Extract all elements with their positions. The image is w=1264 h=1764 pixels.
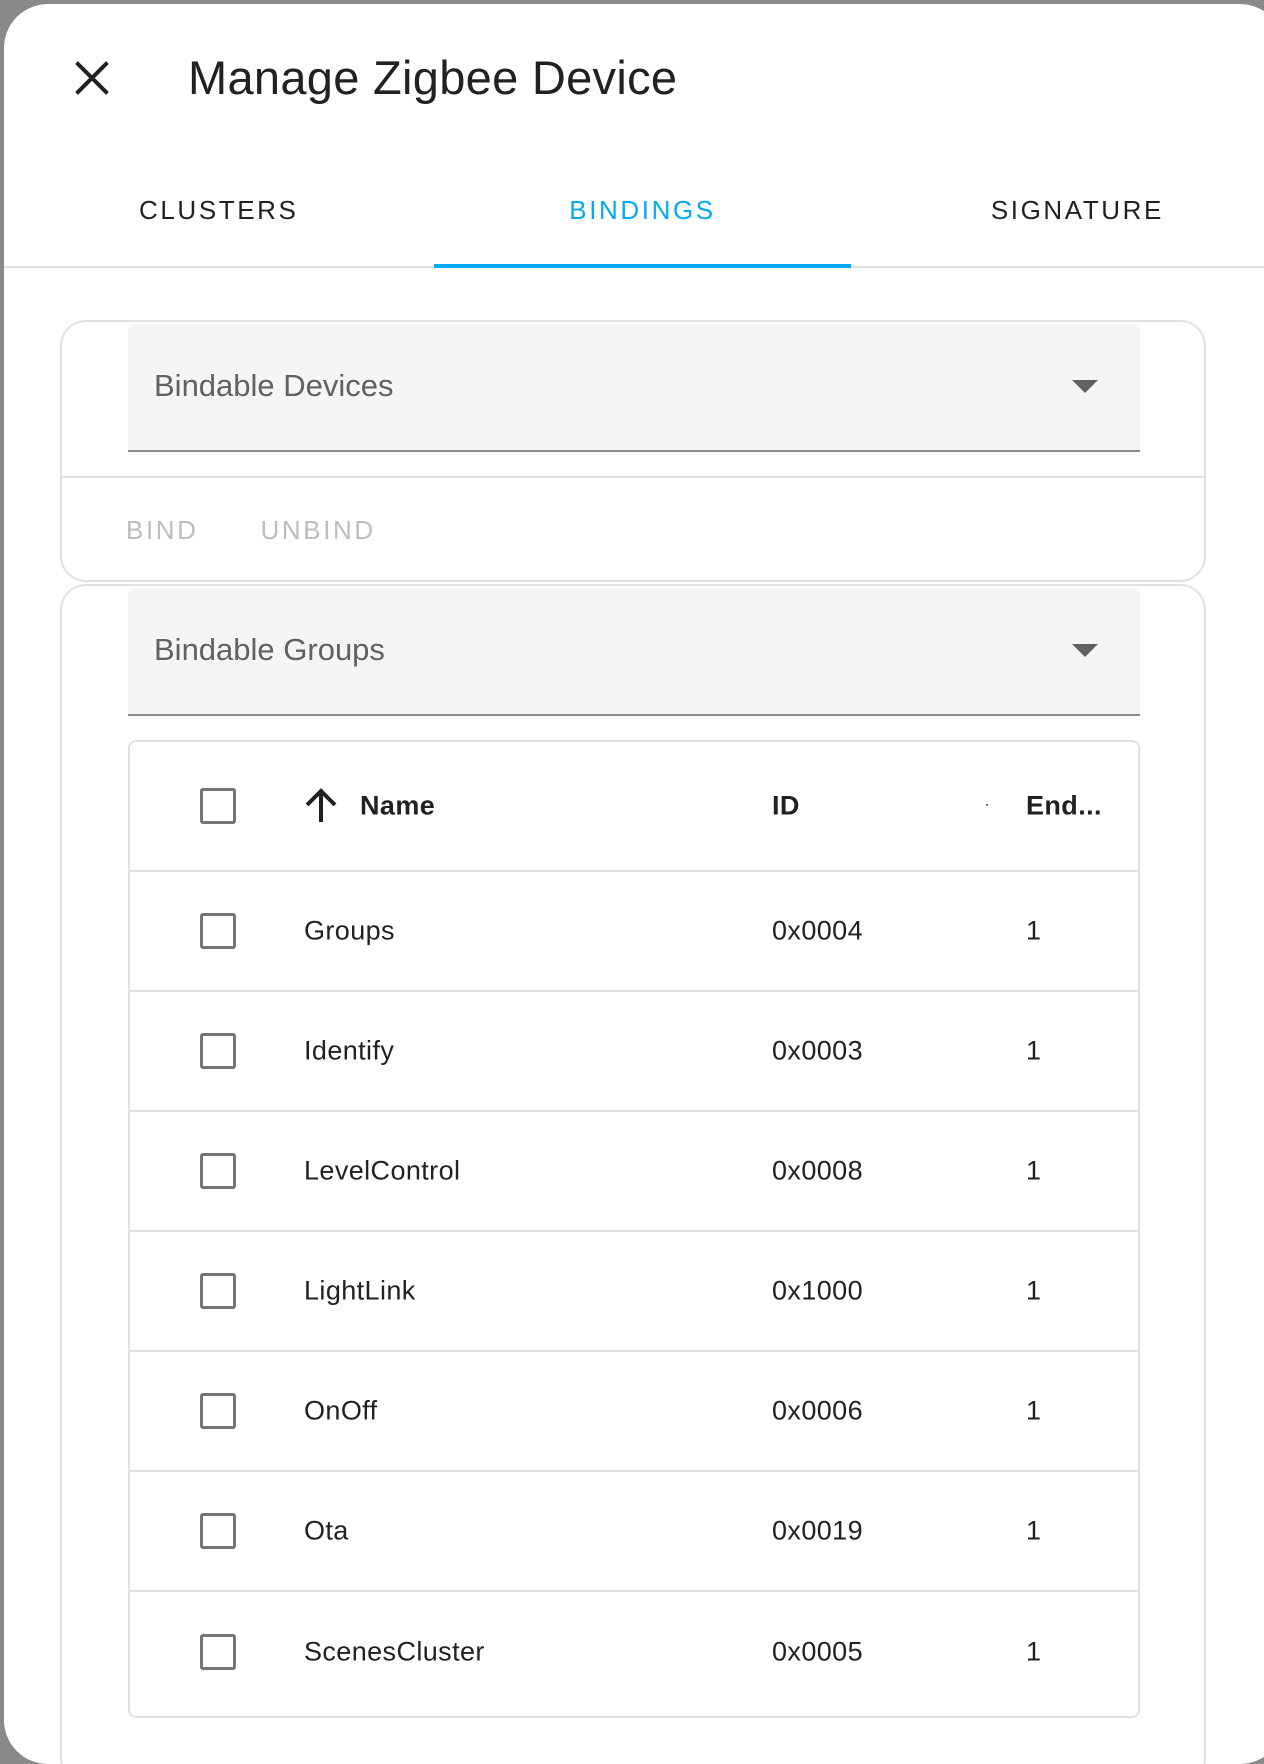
table-row[interactable]: LevelControl 0x0008 1 bbox=[130, 1112, 1138, 1232]
table-row[interactable]: OnOff 0x0006 1 bbox=[130, 1352, 1138, 1472]
dialog-header: Manage Zigbee Device bbox=[4, 4, 1264, 154]
table-row[interactable]: Groups 0x0004 1 bbox=[130, 872, 1138, 992]
tab-bar: CLUSTERS BINDINGS SIGNATURE bbox=[4, 154, 1264, 268]
column-header-endpoint[interactable]: End... bbox=[1026, 791, 1102, 822]
row-name: ScenesCluster bbox=[304, 1636, 485, 1667]
column-header-id[interactable]: ID bbox=[772, 791, 800, 822]
table-row[interactable]: Identify 0x0003 1 bbox=[130, 992, 1138, 1112]
row-endpoint: 1 bbox=[1026, 915, 1042, 946]
bind-button[interactable]: BIND bbox=[126, 515, 199, 546]
row-name: LevelControl bbox=[304, 1155, 461, 1186]
bindable-devices-card: Bindable Devices BIND UNBIND bbox=[60, 320, 1206, 582]
table-header-row: Name ID End... bbox=[130, 742, 1138, 872]
row-name: LightLink bbox=[304, 1275, 416, 1306]
row-checkbox[interactable] bbox=[200, 1393, 236, 1429]
close-icon bbox=[75, 61, 109, 95]
row-endpoint: 1 bbox=[1026, 1636, 1042, 1667]
tab-clusters[interactable]: CLUSTERS bbox=[4, 154, 434, 266]
unbind-button[interactable]: UNBIND bbox=[261, 515, 376, 546]
tab-bindings[interactable]: BINDINGS bbox=[434, 154, 851, 268]
dropdown-arrow-icon bbox=[1072, 644, 1098, 657]
bindable-devices-select[interactable]: Bindable Devices bbox=[128, 324, 1140, 452]
clusters-table: Name ID End... Groups 0x0004 1 Identify … bbox=[128, 740, 1140, 1718]
row-id: 0x0004 bbox=[772, 915, 863, 946]
row-id: 0x0008 bbox=[772, 1155, 863, 1186]
row-id: 0x0005 bbox=[772, 1636, 863, 1667]
bindable-groups-select[interactable]: Bindable Groups bbox=[128, 588, 1140, 716]
select-all-checkbox[interactable] bbox=[200, 788, 236, 824]
row-checkbox[interactable] bbox=[200, 1273, 236, 1309]
row-id: 0x0006 bbox=[772, 1395, 863, 1426]
tab-signature[interactable]: SIGNATURE bbox=[851, 154, 1264, 266]
row-id: 0x0003 bbox=[772, 1035, 863, 1066]
arrow-up-icon[interactable] bbox=[302, 787, 340, 825]
bindable-groups-card: Bindable Groups Name ID End... Groups 0x… bbox=[60, 584, 1206, 1764]
bindable-groups-label: Bindable Groups bbox=[154, 632, 385, 667]
row-endpoint: 1 bbox=[1026, 1395, 1042, 1426]
row-checkbox[interactable] bbox=[200, 1513, 236, 1549]
column-header-name[interactable]: Name bbox=[360, 791, 435, 822]
row-endpoint: 1 bbox=[1026, 1035, 1042, 1066]
row-endpoint: 1 bbox=[1026, 1275, 1042, 1306]
card-actions: BIND UNBIND bbox=[126, 478, 376, 582]
row-checkbox[interactable] bbox=[200, 1634, 236, 1670]
row-checkbox[interactable] bbox=[200, 1153, 236, 1189]
row-id: 0x1000 bbox=[772, 1275, 863, 1306]
table-row[interactable]: LightLink 0x1000 1 bbox=[130, 1232, 1138, 1352]
bindable-devices-label: Bindable Devices bbox=[154, 368, 394, 403]
row-name: Ota bbox=[304, 1515, 349, 1546]
table-row[interactable]: Ota 0x0019 1 bbox=[130, 1472, 1138, 1592]
close-button[interactable] bbox=[56, 42, 128, 114]
table-row[interactable]: ScenesCluster 0x0005 1 bbox=[130, 1592, 1138, 1712]
row-name: Groups bbox=[304, 915, 395, 946]
row-endpoint: 1 bbox=[1026, 1155, 1042, 1186]
row-name: OnOff bbox=[304, 1395, 378, 1426]
row-id: 0x0019 bbox=[772, 1515, 863, 1546]
row-checkbox[interactable] bbox=[200, 913, 236, 949]
dropdown-arrow-icon bbox=[1072, 380, 1098, 393]
manage-zigbee-dialog: Manage Zigbee Device CLUSTERS BINDINGS S… bbox=[4, 4, 1264, 1764]
row-checkbox[interactable] bbox=[200, 1033, 236, 1069]
row-name: Identify bbox=[304, 1035, 395, 1066]
dialog-title: Manage Zigbee Device bbox=[188, 51, 678, 104]
row-endpoint: 1 bbox=[1026, 1515, 1042, 1546]
column-resize-handle bbox=[986, 804, 988, 806]
